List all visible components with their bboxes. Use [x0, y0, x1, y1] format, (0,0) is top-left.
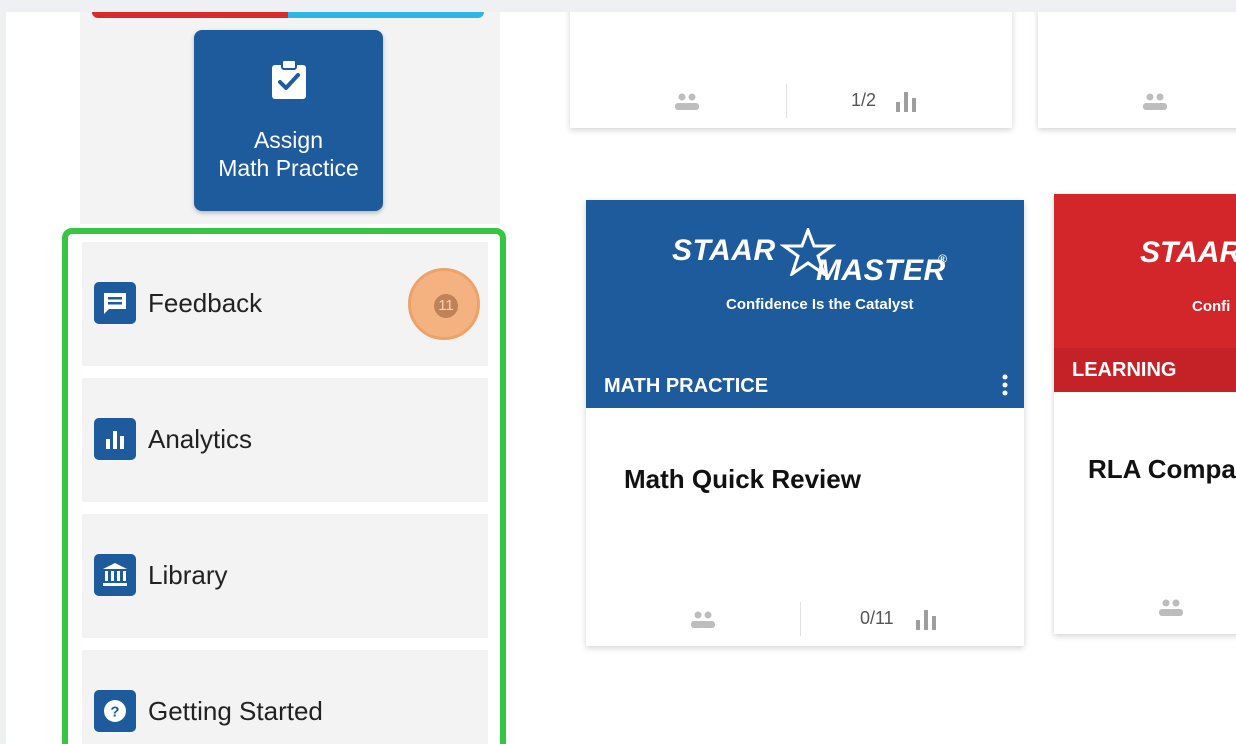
logo-tagline: Confi: [1192, 298, 1231, 315]
card-banner: STAAR Confi: [1054, 194, 1236, 348]
bar-chart-icon[interactable]: [914, 608, 938, 630]
assign-label-line1: Assign: [253, 127, 324, 153]
feedback-icon: [94, 282, 136, 324]
category-strip: LEARNING: [1054, 348, 1236, 392]
sidebar-item-label: Library: [148, 560, 228, 590]
assign-label-line2: Math Practice: [218, 155, 359, 181]
card-footer: 0/11: [586, 594, 1024, 646]
logo-tagline: Confidence Is the Catalyst: [726, 296, 914, 313]
category-label: LEARNING: [1072, 359, 1177, 381]
card-title[interactable]: Math Quick Review: [624, 464, 861, 495]
logo-word-staar: STAAR: [1140, 236, 1236, 269]
svg-text:?: ?: [110, 704, 119, 721]
category-label: MATH PRACTICE: [604, 375, 769, 397]
badge-count: 11: [434, 294, 458, 318]
completion-count: 0/11: [860, 608, 894, 628]
sidebar-item-label: Feedback: [148, 288, 263, 318]
bar-chart-icon[interactable]: [894, 90, 918, 112]
people-icon[interactable]: [674, 92, 700, 112]
category-strip: MATH PRACTICE: [586, 364, 1024, 408]
sidebar-item-feedback[interactable]: Feedback 11: [82, 242, 488, 366]
footer-divider: [786, 84, 787, 118]
logo-word-staar: STAAR: [672, 234, 776, 267]
card-footer: 1/2: [570, 76, 1012, 128]
staar-master-logo: STAAR MASTER ®: [672, 228, 947, 287]
logo-word-master: MASTER: [816, 254, 946, 287]
assignment-card-top-left[interactable]: 1/2: [570, 12, 1012, 128]
app-frame: Assign Math Practice Feedback 11 Analyti…: [6, 12, 1236, 744]
color-bar-red: [92, 12, 288, 18]
math-practice-card[interactable]: STAAR MASTER ® Confidence Is the Catalys…: [586, 200, 1024, 646]
people-icon[interactable]: [690, 610, 716, 630]
card-footer: [1038, 76, 1236, 128]
people-icon[interactable]: [1158, 598, 1184, 618]
library-icon: [94, 554, 136, 596]
sidebar-item-label: Getting Started: [148, 696, 323, 726]
card-title[interactable]: RLA Compa: [1088, 454, 1236, 485]
card-footer: [1054, 582, 1236, 634]
registered-mark: ®: [938, 252, 948, 266]
more-options-icon[interactable]: [1002, 374, 1008, 396]
clipboard-check-icon: [272, 60, 306, 99]
assign-button-label: Assign Math Practice: [194, 126, 383, 182]
rla-learning-card[interactable]: STAAR Confi LEARNING RLA Compa: [1054, 194, 1236, 634]
sidebar-item-label: Analytics: [148, 424, 253, 454]
sidebar-item-analytics[interactable]: Analytics: [82, 378, 488, 502]
people-icon[interactable]: [1142, 92, 1168, 112]
class-color-bar: [92, 12, 484, 18]
assign-math-practice-button[interactable]: Assign Math Practice: [194, 30, 383, 211]
highlighted-nav-group: Feedback 11 Analytics Library ? Getting …: [62, 228, 506, 744]
card-banner: STAAR MASTER ® Confidence Is the Catalys…: [586, 200, 1024, 364]
sidebar-item-getting-started[interactable]: ? Getting Started: [82, 650, 488, 744]
completion-count: 1/2: [851, 90, 877, 110]
help-icon: ?: [94, 690, 136, 732]
staar-master-logo: STAAR: [1140, 236, 1236, 270]
footer-divider: [800, 602, 801, 636]
sidebar: Assign Math Practice Feedback 11 Analyti…: [6, 12, 506, 744]
assignment-card-top-right[interactable]: [1038, 12, 1236, 128]
sidebar-item-library[interactable]: Library: [82, 514, 488, 638]
color-bar-cyan: [288, 12, 484, 18]
notification-badge: 11: [408, 268, 480, 340]
bar-chart-icon: [94, 418, 136, 460]
